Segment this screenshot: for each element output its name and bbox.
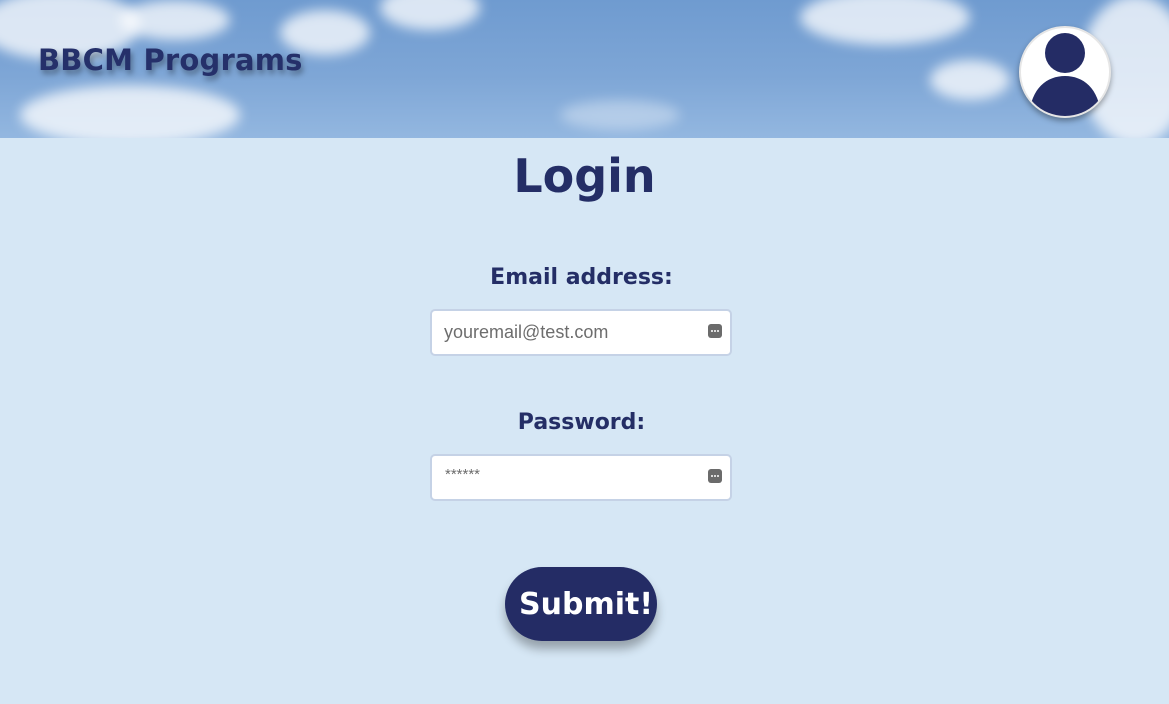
page-title: Login: [513, 149, 656, 203]
password-field[interactable]: [432, 456, 692, 499]
cloud-decoration: [930, 60, 1010, 100]
header-banner: BBCM Programs: [0, 0, 1169, 138]
cloud-decoration: [800, 0, 970, 45]
email-field[interactable]: [432, 311, 692, 354]
password-manager-key-icon[interactable]: [708, 469, 722, 483]
email-label: Email address:: [490, 265, 673, 290]
cloud-decoration: [560, 100, 680, 130]
person-icon: [1029, 33, 1101, 116]
submit-button[interactable]: Submit!: [505, 567, 657, 641]
email-field-container: [430, 309, 732, 356]
password-label: Password:: [517, 410, 646, 435]
password-field-container: ******: [430, 454, 732, 501]
cloud-decoration: [380, 0, 480, 30]
user-avatar-icon[interactable]: [1019, 26, 1111, 118]
password-manager-key-icon[interactable]: [708, 324, 722, 338]
cloud-decoration: [20, 85, 240, 138]
site-title[interactable]: BBCM Programs: [38, 46, 303, 75]
cloud-decoration: [120, 0, 230, 40]
